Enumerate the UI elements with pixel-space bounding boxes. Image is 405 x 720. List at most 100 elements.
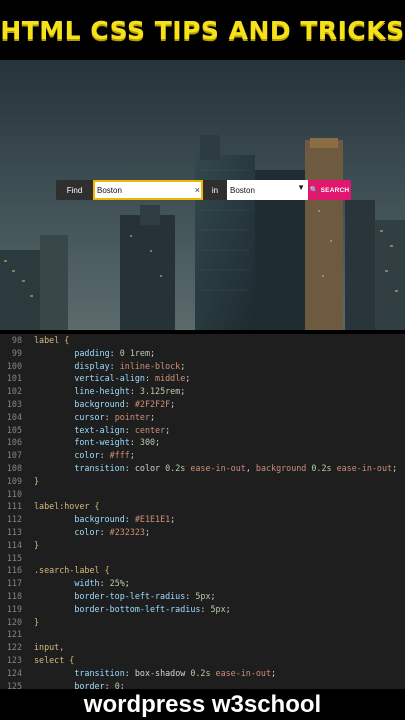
line-number: 125: [6, 680, 22, 689]
code-line: 114}: [0, 539, 405, 552]
code-token: text-align: [74, 424, 125, 435]
code-text: }: [34, 475, 39, 488]
code-line: 111 label:hover {: [0, 500, 405, 513]
code-token: ;: [210, 590, 216, 601]
code-line: 115: [0, 552, 405, 565]
code-text: vertical-align: middle;: [34, 372, 190, 385]
line-number: 103: [6, 398, 22, 409]
search-input[interactable]: [95, 183, 189, 197]
code-token: box-shadow: [134, 667, 191, 678]
code-token: 3.125rem: [139, 386, 181, 397]
line-number: 122: [6, 642, 22, 653]
code-token: width: [74, 578, 100, 589]
code-token: ease-in-out: [210, 667, 272, 678]
search-form: Find × in Boston ▼ 🔍 SEARCH: [56, 180, 351, 200]
location-select[interactable]: Boston ▼: [227, 180, 308, 200]
in-label[interactable]: in: [203, 180, 227, 200]
line-number: 101: [6, 373, 22, 384]
code-text: width: 25%;: [34, 577, 130, 590]
code-text: .search-label {: [34, 564, 110, 577]
code-token: vertical-align: [74, 373, 145, 384]
code-text: cursor: pointer;: [34, 411, 155, 424]
line-number: 109: [6, 475, 22, 486]
code-token: #232323: [109, 526, 145, 537]
code-token: ;: [170, 398, 176, 409]
magnifier-icon: 🔍: [309, 187, 319, 194]
code-token: label {: [34, 335, 70, 345]
line-number: 118: [6, 590, 22, 601]
code-token: ;: [180, 386, 186, 397]
code-token: .search-label {: [34, 565, 110, 576]
search-field[interactable]: ×: [93, 180, 203, 200]
line-number: 102: [6, 386, 22, 397]
code-line: 98 label {: [0, 334, 405, 347]
search-button-label: SEARCH: [320, 186, 350, 194]
code-line: 112 background: #E1E1E1;: [0, 513, 405, 526]
code-line: 102 line-height: 3.125rem;: [0, 385, 405, 398]
clear-icon[interactable]: ×: [195, 184, 200, 196]
code-token: :: [104, 680, 115, 689]
code-token: :: [144, 373, 156, 384]
code-text: }: [34, 616, 39, 629]
video-title: HTML CSS TIPS AND TRICKS: [0, 15, 405, 45]
code-token: display: [74, 360, 110, 371]
code-token: #2F2F2F: [134, 398, 171, 409]
code-text: display: inline-block;: [34, 360, 185, 373]
code-token: 0.2s: [190, 667, 211, 678]
code-token: ;: [225, 603, 231, 614]
code-text: text-align: center;: [34, 424, 170, 437]
line-number: 123: [6, 654, 22, 665]
line-number: 119: [6, 603, 22, 614]
line-number: 117: [6, 578, 22, 589]
code-text: border: 0;: [34, 680, 125, 689]
code-text: line-height: 3.125rem;: [34, 385, 185, 398]
code-token: ;: [271, 667, 277, 678]
search-button[interactable]: 🔍 SEARCH: [308, 180, 351, 200]
code-line: 99 padding: 0 1rem;: [0, 347, 405, 360]
code-line: 105 text-align: center;: [0, 424, 405, 437]
dropdown-arrow-icon: ▼: [297, 183, 305, 192]
code-token: ;: [150, 411, 156, 422]
code-token: border-top-left-radius: [74, 590, 186, 601]
line-number: 114: [6, 539, 22, 550]
code-token: 5px: [210, 603, 226, 614]
line-number: 104: [6, 411, 22, 422]
code-token: }: [34, 616, 40, 627]
search-label[interactable]: Find: [56, 180, 93, 200]
code-token: inline-block: [119, 360, 181, 371]
code-token: ;: [155, 437, 161, 448]
code-text: input,: [34, 641, 64, 654]
code-text: transition: color 0.2s ease-in-out, back…: [34, 462, 397, 475]
code-line: 121: [0, 628, 405, 641]
code-token: :: [200, 603, 211, 614]
code-token: ;: [180, 360, 186, 371]
code-token: cursor: [74, 411, 105, 422]
code-token: center: [134, 424, 166, 435]
code-token: :: [129, 437, 140, 448]
code-line: 107 color: #fff;: [0, 449, 405, 462]
code-token: middle: [155, 373, 186, 384]
code-token: ;: [119, 680, 125, 689]
code-token: line-height: [74, 386, 130, 397]
code-line: 123 select {: [0, 654, 405, 667]
code-token: :: [124, 424, 135, 435]
code-token: ;: [165, 424, 171, 435]
code-token: color: [74, 450, 100, 461]
code-text: font-weight: 300;: [34, 436, 160, 449]
code-token: input,: [34, 642, 65, 653]
code-token: 5px: [195, 590, 211, 601]
line-number: 105: [6, 424, 22, 435]
line-number: 124: [6, 667, 22, 678]
code-text: label {: [34, 334, 69, 347]
code-text: background: #E1E1E1;: [34, 513, 175, 526]
code-text: select {: [34, 654, 74, 667]
code-token: :: [129, 386, 140, 397]
code-token: transition: [74, 462, 125, 473]
line-number: 99: [11, 347, 22, 358]
code-token: background: [74, 398, 125, 409]
code-token: ;: [124, 578, 130, 589]
